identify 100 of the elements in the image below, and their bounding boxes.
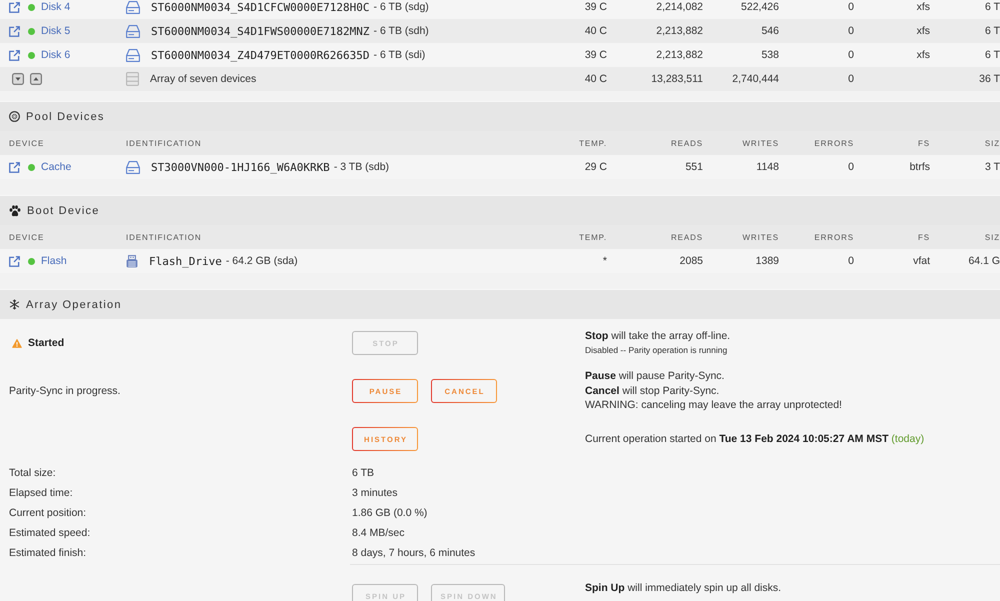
device-id-text: ST6000NM0034_S4D1FWS00000E7182MNZ <box>151 24 370 38</box>
note-text: Disabled -- Parity operation is running <box>585 344 728 358</box>
stat-value: 1.86 GB (0.0 %) <box>352 507 428 519</box>
stat-value: 8 days, 7 hours, 6 minutes <box>352 547 476 559</box>
reads-value: 2,213,882 <box>656 25 703 37</box>
section-title: Pool Devices <box>26 110 105 122</box>
column-header: SIZ <box>984 232 1000 242</box>
external-link-icon[interactable] <box>9 26 20 36</box>
column-header: DEVICE <box>9 138 44 148</box>
column-header: TEMP. <box>579 138 607 148</box>
device-link[interactable]: Disk 6 <box>41 49 70 61</box>
external-link-icon[interactable] <box>9 50 20 60</box>
errors-value: 0 <box>848 49 854 61</box>
temperature-text: 39 C <box>584 49 607 61</box>
writes-value: 1389 <box>756 255 779 267</box>
errors-value: 0 <box>848 255 854 267</box>
filesystem-text: vfat <box>913 255 930 267</box>
stat-label: Elapsed time: <box>9 487 73 499</box>
capacity-text: - 64.2 GB (sda) <box>226 255 298 267</box>
size-value: 3 T <box>985 161 1000 173</box>
stat-value: 6 TB <box>352 467 374 479</box>
temperature-text: 40 C <box>584 25 607 37</box>
column-header: WRITES <box>742 138 779 148</box>
stat-label: Total size: <box>9 467 56 479</box>
reads-value: 551 <box>685 161 703 173</box>
filesystem-text: btrfs <box>910 161 930 173</box>
device-id-text: ST6000NM0034_S4D1CFCW0000E7128H0C <box>151 0 370 14</box>
filesystem-text: xfs <box>916 1 930 13</box>
column-header: SIZ <box>984 138 1000 148</box>
errors-value: 0 <box>848 1 854 13</box>
writes-value: 538 <box>761 49 779 61</box>
device-id-text: Flash_Drive <box>149 254 222 268</box>
status-text: Parity-Sync in progress. <box>9 385 120 397</box>
note-text: Stop will take the array off-line. <box>585 328 730 344</box>
external-link-icon[interactable] <box>9 2 20 12</box>
temperature-text: 29 C <box>584 161 607 173</box>
column-header: ERRORS <box>814 232 854 242</box>
warning-icon <box>12 338 22 348</box>
stat-value: 3 minutes <box>352 487 398 499</box>
size-value: 6 T <box>985 49 1000 61</box>
stat-label: Current position: <box>9 507 86 519</box>
reads-value: 2085 <box>680 255 703 267</box>
temperature-text: 40 C <box>584 73 607 85</box>
size-value: 64.1 G <box>968 255 1000 267</box>
stat-label: Estimated finish: <box>9 547 86 559</box>
note-text: Pause will pause Parity-Sync. <box>585 369 724 384</box>
column-header: READS <box>670 232 703 242</box>
disc-icon <box>9 111 20 122</box>
writes-value: 1148 <box>756 161 779 173</box>
usb-drive-icon <box>126 254 138 268</box>
filesystem-text: xfs <box>916 25 930 37</box>
column-header: READS <box>670 138 703 148</box>
temperature-text: 39 C <box>584 1 607 13</box>
capacity-text: - 3 TB (sdb) <box>334 161 390 173</box>
temperature-text: * <box>602 255 607 267</box>
column-header: IDENTIFICATION <box>126 232 202 242</box>
errors-value: 0 <box>848 73 854 85</box>
external-link-icon[interactable] <box>9 162 20 172</box>
server-stack-icon <box>126 72 139 86</box>
section-title: Boot Device <box>27 204 100 216</box>
column-header: WRITES <box>742 232 779 242</box>
section-title: Array Operation <box>26 298 122 310</box>
size-value: 36 T <box>979 73 1000 85</box>
column-header: ERRORS <box>814 138 854 148</box>
writes-value: 2,740,444 <box>732 73 779 85</box>
capacity-text: - 6 TB (sdg) <box>374 1 429 13</box>
device-link[interactable]: Disk 4 <box>41 1 70 13</box>
reads-value: 2,214,082 <box>656 1 703 13</box>
status-text: Started <box>28 337 64 349</box>
reads-value: 2,213,882 <box>656 49 703 61</box>
device-link[interactable]: Flash <box>41 255 67 267</box>
column-header: TEMP. <box>579 232 607 242</box>
device-link[interactable]: Disk 5 <box>41 25 70 37</box>
hard-drive-icon <box>126 48 140 62</box>
size-value: 6 T <box>985 25 1000 37</box>
note-text: WARNING: canceling may leave the array unprotected! <box>585 398 842 413</box>
reads-value: 13,283,511 <box>651 73 703 85</box>
stat-label: Estimated speed: <box>9 527 90 539</box>
column-header: DEVICE <box>9 232 44 242</box>
errors-value: 0 <box>848 161 854 173</box>
filesystem-text: xfs <box>916 49 930 61</box>
device-id-text: ST3000VN000-1HJ166_W6A0KRKB <box>151 160 330 174</box>
hard-drive-icon <box>126 0 140 14</box>
hard-drive-icon <box>126 24 140 38</box>
column-header: FS <box>918 232 930 242</box>
note-text: Spin Up will immediately spin up all disks. <box>585 581 782 596</box>
errors-value: 0 <box>848 25 854 37</box>
external-link-icon[interactable] <box>9 256 20 266</box>
capacity-text: - 6 TB (sdh) <box>374 25 429 37</box>
size-value: 6 T <box>985 1 1000 13</box>
paw-icon <box>9 204 21 216</box>
hard-drive-icon <box>126 160 140 174</box>
summary-text: Array of seven devices <box>150 73 256 85</box>
device-id-text: ST6000NM0034_Z4D479ET0000R626635D <box>151 48 370 62</box>
writes-value: 546 <box>761 25 779 37</box>
stat-value: 8.4 MB/sec <box>352 527 405 539</box>
device-link[interactable]: Cache <box>41 161 72 173</box>
column-header: FS <box>918 138 930 148</box>
note-text: Cancel will stop Parity-Sync. <box>585 384 720 398</box>
snowflake-icon <box>9 299 20 310</box>
